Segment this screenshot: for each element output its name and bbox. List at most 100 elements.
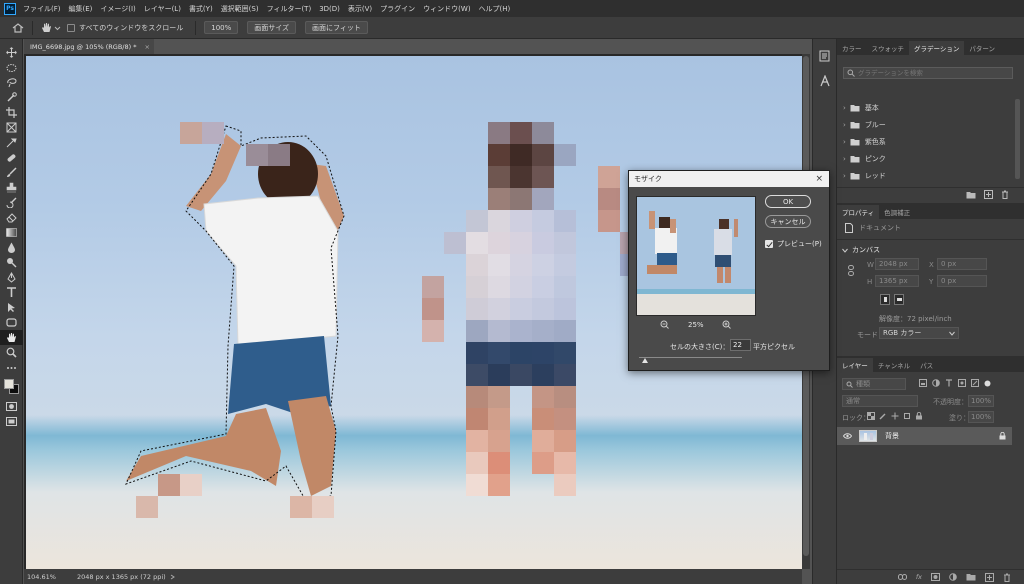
landscape-orientation-button[interactable] <box>894 294 904 305</box>
preview-checkbox[interactable] <box>765 240 773 248</box>
gradient-folder[interactable]: › 紫色系 <box>837 133 1013 150</box>
smart-object-filter-icon[interactable] <box>971 379 979 387</box>
chevron-right-icon[interactable]: › <box>843 172 846 180</box>
opacity-field[interactable]: 100% <box>968 395 994 407</box>
close-icon[interactable]: × <box>145 43 150 51</box>
menu-plugins[interactable]: プラグイン <box>376 4 419 14</box>
home-icon[interactable] <box>12 22 24 33</box>
pen-tool[interactable] <box>0 270 23 285</box>
filter-toggle-icon[interactable] <box>984 380 991 387</box>
quick-mask-button[interactable] <box>0 399 23 414</box>
ok-button[interactable]: OK <box>765 195 811 208</box>
layer-name[interactable]: 背景 <box>885 431 899 441</box>
eyedropper-tool[interactable] <box>0 135 23 150</box>
fit-screen-button[interactable]: 画面にフィット <box>305 21 368 34</box>
shape-filter-icon[interactable] <box>958 379 966 387</box>
chevron-down-icon[interactable] <box>54 25 61 31</box>
hand-tool[interactable] <box>0 330 23 345</box>
tab-channels[interactable]: チャンネル <box>873 358 915 372</box>
fill-field[interactable]: 100% <box>968 411 994 423</box>
crop-tool[interactable] <box>0 105 23 120</box>
chevron-right-icon[interactable]: › <box>843 121 846 129</box>
cell-size-input[interactable]: 22 <box>730 339 751 351</box>
marquee-tool[interactable] <box>0 60 23 75</box>
filter-preview[interactable] <box>636 196 756 316</box>
new-folder-icon[interactable] <box>966 191 976 199</box>
gradient-folder[interactable]: › レッド <box>837 167 1013 184</box>
eye-icon[interactable] <box>843 433 852 439</box>
move-tool[interactable] <box>0 45 23 60</box>
character-icon[interactable] <box>819 75 831 87</box>
preview-option[interactable]: プレビュー(P) <box>765 239 822 249</box>
gradient-tool[interactable] <box>0 225 23 240</box>
menu-view[interactable]: 表示(V) <box>344 4 376 14</box>
new-group-icon[interactable] <box>966 573 976 581</box>
menu-select[interactable]: 選択範囲(S) <box>217 4 263 14</box>
link-icon[interactable] <box>848 265 854 276</box>
delete-layer-icon[interactable] <box>1003 573 1011 582</box>
tab-pattern[interactable]: パターン <box>964 41 1000 55</box>
shape-tool[interactable] <box>0 315 23 330</box>
menu-help[interactable]: ヘルプ(H) <box>475 4 515 14</box>
blur-tool[interactable] <box>0 240 23 255</box>
chevron-right-icon[interactable] <box>170 574 176 580</box>
fit-size-button[interactable]: 画面サイズ <box>247 21 297 34</box>
lock-icon[interactable] <box>999 432 1006 440</box>
gradient-folder[interactable]: › ピンク <box>837 150 1013 167</box>
zoom-100-button[interactable]: 100% <box>204 21 239 34</box>
panel-scrollbar[interactable] <box>1015 99 1020 179</box>
more-tools[interactable] <box>0 360 23 375</box>
y-field[interactable]: 0 px <box>937 275 987 287</box>
tab-properties[interactable]: プロパティ <box>837 205 880 219</box>
chevron-right-icon[interactable]: › <box>843 155 846 163</box>
tab-gradient[interactable]: グラデーション <box>909 41 965 55</box>
menu-type[interactable]: 書式(Y) <box>185 4 217 14</box>
lock-position-icon[interactable] <box>891 412 899 420</box>
new-layer-icon[interactable] <box>985 572 994 582</box>
menu-3d[interactable]: 3D(D) <box>315 5 344 13</box>
menu-edit[interactable]: 編集(E) <box>65 4 97 14</box>
quick-select-tool[interactable] <box>0 90 23 105</box>
color-swatches[interactable] <box>0 375 22 399</box>
fx-icon[interactable]: fx <box>916 573 922 581</box>
layer-kind-filter[interactable]: 種類 <box>842 378 906 390</box>
tab-paths[interactable]: パス <box>915 358 938 372</box>
gradient-folder[interactable]: › 基本 <box>837 99 1013 116</box>
hand-tool-icon[interactable] <box>41 22 52 33</box>
dodge-tool[interactable] <box>0 255 23 270</box>
menu-layer[interactable]: レイヤー(L) <box>140 4 185 14</box>
eraser-tool[interactable] <box>0 210 23 225</box>
slider-thumb[interactable] <box>642 358 649 363</box>
lasso-tool[interactable] <box>0 75 23 90</box>
brush-tool[interactable] <box>0 165 23 180</box>
x-field[interactable]: 0 px <box>937 258 987 270</box>
history-icon[interactable] <box>819 50 831 62</box>
tab-swatches[interactable]: スウォッチ <box>867 41 910 55</box>
cell-size-slider[interactable] <box>639 357 742 363</box>
healing-brush-tool[interactable] <box>0 150 23 165</box>
stamp-tool[interactable] <box>0 180 23 195</box>
trash-icon[interactable] <box>1001 190 1009 199</box>
path-select-tool[interactable] <box>0 300 23 315</box>
pixel-filter-icon[interactable] <box>919 379 927 387</box>
foreground-color-swatch[interactable] <box>4 379 14 389</box>
adjustment-filter-icon[interactable] <box>932 379 940 387</box>
close-icon[interactable]: × <box>815 174 823 184</box>
gradient-search-input[interactable] <box>858 69 1008 77</box>
zoom-out-icon[interactable] <box>660 320 669 329</box>
menu-image[interactable]: イメージ(I) <box>96 4 139 14</box>
chevron-right-icon[interactable]: › <box>843 104 846 112</box>
menu-filter[interactable]: フィルター(T) <box>263 4 316 14</box>
document-tab[interactable]: IMG_6698.jpg @ 105% (RGB/8) * × <box>24 39 154 54</box>
zoom-in-icon[interactable] <box>722 320 731 329</box>
lock-pixels-icon[interactable] <box>879 412 887 420</box>
type-filter-icon[interactable] <box>945 379 953 387</box>
tab-color[interactable]: カラー <box>837 41 867 55</box>
layer-row-background[interactable]: 背景 <box>837 427 1012 445</box>
menu-file[interactable]: ファイル(F) <box>19 4 65 14</box>
dialog-titlebar[interactable]: モザイク × <box>629 171 829 187</box>
frame-tool[interactable] <box>0 120 23 135</box>
layer-mask-icon[interactable] <box>931 573 940 581</box>
lock-artboard-icon[interactable] <box>903 412 911 420</box>
gradient-search[interactable] <box>843 67 1013 79</box>
